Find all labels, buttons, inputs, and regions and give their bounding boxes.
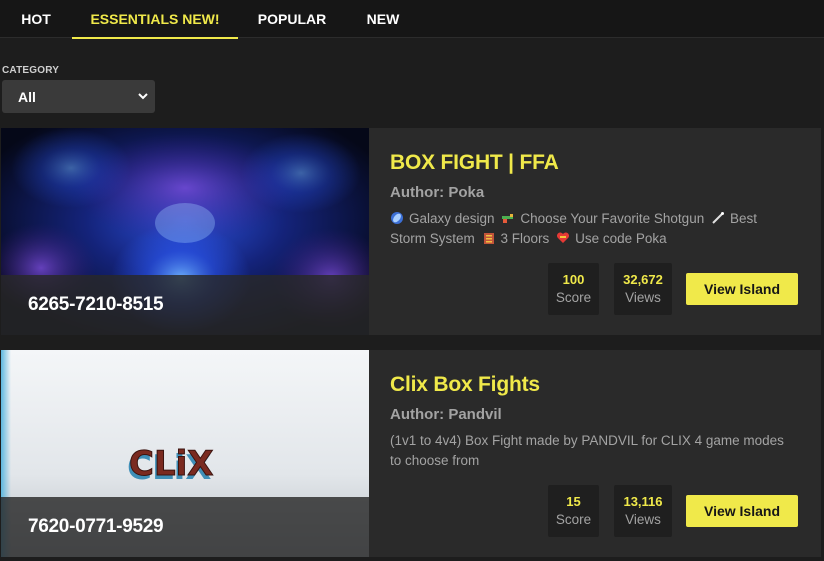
- views-label: Views: [625, 290, 661, 305]
- island-description: (1v1 to 4v4) Box Fight made by PANDVIL f…: [390, 433, 784, 468]
- score-stat: 100 Score: [548, 263, 599, 315]
- tab-hot[interactable]: HOT: [0, 0, 72, 38]
- score-value: 100: [562, 272, 585, 287]
- heart-icon: [557, 232, 570, 243]
- view-island-button[interactable]: View Island: [686, 495, 798, 527]
- island-thumbnail[interactable]: 6265-7210-8515: [1, 128, 369, 335]
- wand-icon: [712, 212, 724, 224]
- island-title[interactable]: Clix Box Fights: [390, 373, 540, 397]
- views-label: Views: [625, 512, 661, 527]
- svg-text:CLiX: CLiX: [129, 444, 214, 484]
- category-label: CATEGORY: [2, 65, 60, 76]
- shotgun-icon: [502, 214, 514, 223]
- island-code: 7620-0771-9529: [1, 497, 369, 557]
- view-island-button[interactable]: View Island: [686, 273, 798, 305]
- views-stat: 32,672 Views: [614, 263, 672, 315]
- score-label: Score: [555, 290, 592, 305]
- island-author: Author: Poka: [390, 184, 485, 201]
- views-value: 13,116: [623, 494, 663, 509]
- chevron-down-icon: [138, 93, 148, 100]
- island-thumbnail[interactable]: CLiX CLiX 7620-0771-9529: [1, 350, 369, 557]
- category-select[interactable]: All: [2, 80, 155, 113]
- top-nav: HOT ESSENTIALS NEW! POPULAR NEW: [0, 0, 824, 39]
- island-code: 6265-7210-8515: [1, 275, 369, 335]
- tab-popular[interactable]: POPULAR: [238, 0, 346, 38]
- galaxy-icon: [391, 212, 403, 224]
- category-selected-value: All: [18, 88, 36, 105]
- floors-icon: [483, 233, 494, 244]
- island-description: Galaxy design Choose Your Favorite Shotg…: [390, 211, 757, 246]
- island-title[interactable]: BOX FIGHT | FFA: [390, 151, 559, 175]
- island-card: 6265-7210-8515 BOX FIGHT | FFA Author: P…: [1, 128, 821, 335]
- score-stat: 15 Score: [548, 485, 599, 537]
- island-card: CLiX CLiX 7620-0771-9529 Clix Box Fights…: [1, 350, 821, 557]
- tab-essentials-new[interactable]: ESSENTIALS NEW!: [72, 0, 238, 39]
- views-value: 32,672: [623, 272, 663, 287]
- views-stat: 13,116 Views: [614, 485, 672, 537]
- island-author: Author: Pandvil: [390, 406, 502, 423]
- score-value: 15: [566, 494, 581, 509]
- score-label: Score: [555, 512, 592, 527]
- tab-new[interactable]: NEW: [346, 0, 420, 38]
